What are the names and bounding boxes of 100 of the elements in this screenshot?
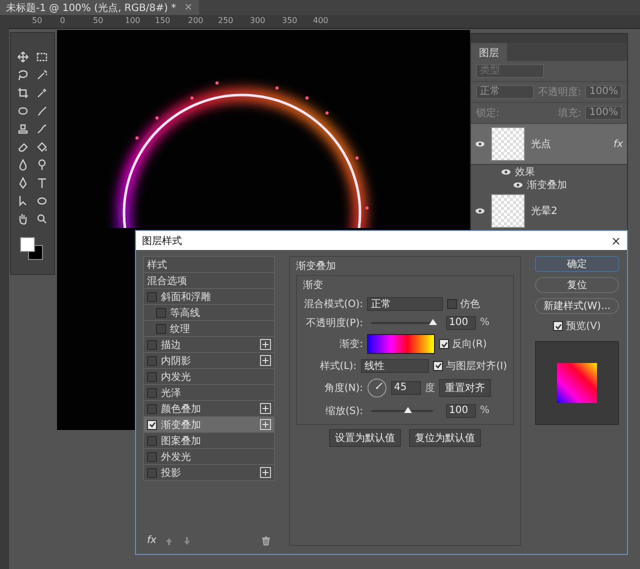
default-button[interactable]: 设置为默认值: [329, 429, 401, 447]
checkbox[interactable]: [147, 292, 157, 302]
checkbox-label: 仿色: [460, 298, 480, 310]
checkbox-label: 与图层对齐(I): [446, 360, 507, 372]
style-list-item[interactable]: 外发光: [143, 449, 275, 465]
bucket-tool-icon[interactable]: [36, 141, 48, 153]
document-tab[interactable]: 未标题-1 @ 100% (光点, RGB/8#) * ×: [0, 0, 198, 15]
pen-tool-icon[interactable]: [16, 177, 29, 189]
hand-tool-icon[interactable]: [16, 213, 29, 225]
history-tool-icon[interactable]: [36, 123, 48, 135]
checkbox[interactable]: [147, 372, 157, 382]
style-list-item[interactable]: 斜面和浮雕: [143, 289, 275, 305]
checkbox[interactable]: [439, 339, 449, 349]
trash-icon[interactable]: [261, 536, 271, 546]
checkbox[interactable]: [156, 308, 166, 318]
checkbox[interactable]: [147, 420, 157, 430]
checkbox[interactable]: [147, 452, 157, 462]
checkbox[interactable]: [433, 360, 444, 370]
add-icon[interactable]: [260, 403, 271, 414]
checkbox[interactable]: [147, 388, 157, 398]
type-tool-icon[interactable]: [36, 177, 48, 189]
fill-field[interactable]: 100%: [585, 106, 622, 120]
add-icon[interactable]: [260, 355, 271, 366]
style-list-item[interactable]: 图案叠加: [143, 433, 275, 449]
checkbox[interactable]: [553, 321, 564, 331]
fill-label: 填充:: [558, 106, 582, 120]
number-field[interactable]: 100: [446, 316, 476, 330]
layer-row[interactable]: 光点 fx: [471, 124, 627, 165]
fx-label[interactable]: fx: [147, 535, 156, 546]
checkbox-label: 预览(V): [566, 320, 601, 333]
dialog-button[interactable]: 新建样式(W)...: [535, 298, 619, 314]
select-tool-icon[interactable]: [16, 195, 29, 207]
eye-icon[interactable]: [475, 208, 485, 214]
zoom-tool-icon[interactable]: [36, 213, 48, 225]
style-list-item[interactable]: 内发光: [143, 369, 275, 385]
field-label: 混合模式(O):: [303, 298, 363, 310]
blend-mode-dropdown[interactable]: 正常: [476, 85, 534, 99]
field-label: 角度(N):: [323, 382, 363, 395]
field-label: 不透明度(P):: [304, 316, 363, 330]
checkbox[interactable]: [147, 468, 157, 478]
unit-label: %: [480, 405, 490, 416]
blend-mode-dropdown[interactable]: 正常: [367, 296, 443, 310]
crop-tool-icon[interactable]: [16, 87, 29, 99]
blur-tool-icon[interactable]: [16, 159, 29, 171]
brush-tool-icon[interactable]: [36, 105, 48, 117]
default-button[interactable]: 复位为默认值: [409, 429, 481, 447]
close-button[interactable]: ×: [610, 234, 621, 248]
checkbox[interactable]: [147, 340, 157, 350]
dialog-button[interactable]: 复位: [535, 277, 619, 293]
angle-dial[interactable]: [367, 378, 387, 398]
number-field[interactable]: 45: [391, 381, 421, 395]
dialog-button[interactable]: 确定: [535, 256, 619, 272]
number-field[interactable]: 100: [446, 404, 476, 418]
style-list-item[interactable]: 样式: [143, 256, 275, 273]
style-dropdown[interactable]: 线性: [360, 358, 430, 372]
ruler-label: 50: [93, 16, 104, 25]
add-icon[interactable]: [260, 419, 271, 430]
shape-tool-icon[interactable]: [36, 195, 48, 207]
ruler-label: 0: [60, 16, 66, 25]
ruler-label: 250: [218, 16, 234, 25]
layer-thumbnail: [491, 127, 525, 161]
lasso-tool-icon[interactable]: [16, 69, 29, 81]
style-list-item[interactable]: 颜色叠加: [143, 401, 275, 417]
wand-tool-icon[interactable]: [36, 69, 48, 81]
style-list-item[interactable]: 混合选项: [143, 273, 275, 289]
close-icon[interactable]: ×: [184, 2, 192, 13]
layer-thumbnail: [491, 194, 525, 228]
style-list-item[interactable]: 光泽: [143, 385, 275, 401]
stamp-tool-icon[interactable]: [16, 123, 29, 135]
checkbox[interactable]: [147, 404, 157, 414]
ruler-label: 400: [313, 16, 328, 25]
style-list-item[interactable]: 内阴影: [143, 353, 275, 369]
eye-icon[interactable]: [513, 182, 523, 188]
slider-thumb[interactable]: [404, 406, 412, 412]
eye-icon[interactable]: [475, 141, 485, 147]
layers-tab[interactable]: 图层: [471, 43, 507, 61]
opacity-field[interactable]: 100%: [585, 85, 622, 99]
dodge-tool-icon[interactable]: [36, 159, 48, 171]
gradient-swatch[interactable]: [367, 334, 435, 354]
lock-label: 锁定:: [476, 106, 500, 120]
style-list-item[interactable]: 等高线: [143, 305, 275, 321]
unit-label: 度: [425, 382, 435, 395]
style-list-item[interactable]: 投影: [143, 465, 275, 481]
add-icon[interactable]: [260, 339, 271, 350]
eyedrop-tool-icon[interactable]: [36, 87, 48, 99]
eraser-tool-icon[interactable]: [16, 141, 29, 153]
eye-icon[interactable]: [501, 168, 511, 174]
move-tool-icon[interactable]: [16, 51, 29, 63]
checkbox[interactable]: [156, 324, 166, 334]
slider-thumb[interactable]: [429, 318, 437, 324]
marquee-tool-icon[interactable]: [36, 51, 48, 63]
style-list-item[interactable]: 纹理: [143, 321, 275, 337]
style-list-item[interactable]: 渐变叠加: [143, 417, 275, 433]
checkbox[interactable]: [447, 298, 457, 308]
style-list-item[interactable]: 描边: [143, 337, 275, 353]
ruler-label: 300: [250, 16, 266, 25]
checkbox[interactable]: [147, 356, 157, 366]
checkbox[interactable]: [147, 436, 157, 446]
reset-align-button[interactable]: 重置对齐: [439, 379, 491, 397]
add-icon[interactable]: [260, 467, 271, 478]
